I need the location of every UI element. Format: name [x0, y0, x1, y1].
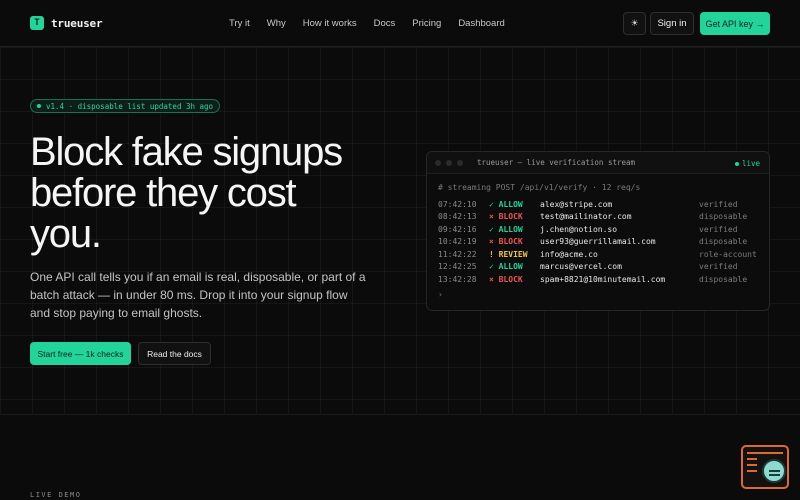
log-row: 12:42:25 ✓ ALLOW marcus@vercel.com verified: [438, 261, 758, 274]
get-api-key-button[interactable]: Get API key →: [700, 12, 770, 35]
log-email: alex@stripe.com: [540, 199, 613, 209]
window-dots-icon: [435, 159, 463, 166]
live-dot-icon: [734, 161, 739, 166]
status-dot-icon: [37, 104, 41, 108]
log-time: 13:42:28: [438, 274, 477, 284]
nav-link-try-it[interactable]: Try it: [229, 18, 250, 29]
brand-name: trueuser: [51, 16, 103, 30]
nav-links: Try it Why How it works Docs Pricing Das…: [229, 18, 505, 29]
log-status: ✓ ALLOW: [489, 199, 523, 209]
log-row: 07:42:10 ✓ ALLOW alex@stripe.com verified: [438, 198, 758, 211]
log-time: 10:42:19: [438, 237, 477, 247]
top-nav: T trueuser Try it Why How it works Docs …: [0, 0, 800, 47]
log-status: × BLOCK: [489, 274, 523, 284]
log-row: 08:42:13 × BLOCK test@mailinator.com dispos…: [438, 211, 758, 224]
hero-title-line: you.: [30, 212, 102, 256]
start-free-button[interactable]: Start free — 1k checks: [30, 342, 131, 365]
log-status: × BLOCK: [489, 237, 523, 247]
terminal-command: # streaming POST /api/v1/verify · 12 req…: [438, 183, 641, 192]
log-time: 08:42:13: [438, 212, 477, 222]
nav-link-pricing[interactable]: Pricing: [412, 18, 441, 29]
log-row: 11:42:22 ! REVIEW info@acme.co role-account: [438, 248, 758, 261]
version-badge: v1.4 · disposable list updated 3h ago: [30, 99, 221, 113]
log-tag: verified: [699, 262, 738, 272]
hero-subtitle: One API call tells you if an email is re…: [30, 270, 366, 320]
nav-link-dashboard[interactable]: Dashboard: [458, 18, 504, 29]
log-time: 07:42:10: [438, 199, 477, 209]
log-tag: verified: [699, 224, 738, 234]
log-status: ✓ ALLOW: [489, 262, 523, 272]
log-row: 10:42:19 × BLOCK user93@guerrillamail.com d…: [438, 236, 758, 249]
live-indicator: live: [734, 159, 760, 168]
version-badge-text: v1.4 · disposable list updated 3h ago: [46, 101, 214, 111]
log-tag: disposable: [699, 212, 748, 222]
hero-title: Block fake signups before they cost you.: [30, 132, 410, 255]
terminal-body: # streaming POST /api/v1/verify · 12 req…: [427, 174, 769, 299]
sign-in-button[interactable]: Sign in: [650, 12, 694, 35]
log-email: marcus@vercel.com: [540, 262, 622, 272]
hero-title-line: Block fake signups: [30, 130, 343, 174]
terminal-title: trueuser — live verification stream: [477, 158, 636, 167]
log-tag: disposable: [699, 237, 748, 247]
log-status: × BLOCK: [489, 212, 523, 222]
terminal-prompt: ›: [438, 289, 443, 299]
hero-title-line: before they cost: [30, 171, 297, 215]
log-row: 13:42:28 × BLOCK spam+8821@10minutemail.co…: [438, 273, 758, 286]
section-label: LIVE DEMO: [30, 491, 82, 499]
log-tag: disposable: [699, 274, 748, 284]
nav-link-docs[interactable]: Docs: [374, 18, 396, 29]
log-status: ✓ ALLOW: [489, 224, 523, 234]
log-email: test@mailinator.com: [540, 212, 632, 222]
log-row: 09:42:16 ✓ ALLOW j.chen@notion.so verified: [438, 223, 758, 236]
brand-logo[interactable]: T trueuser: [30, 16, 103, 30]
log-email: info@acme.co: [540, 249, 598, 259]
section-divider: [0, 414, 800, 415]
theme-toggle-button[interactable]: ☀: [623, 12, 646, 35]
log-email: j.chen@notion.so: [540, 224, 618, 234]
read-docs-button[interactable]: Read the docs: [138, 342, 211, 365]
logo-mark-icon: T: [30, 16, 44, 30]
feedback-widget-icon[interactable]: [741, 445, 789, 489]
live-label: live: [741, 159, 760, 168]
nav-link-how-it-works[interactable]: How it works: [303, 18, 357, 29]
sun-icon: ☀: [630, 18, 639, 28]
terminal-title-bar: trueuser — live verification stream live: [427, 152, 769, 174]
log-time: 12:42:25: [438, 262, 477, 272]
nav-link-why[interactable]: Why: [267, 18, 286, 29]
log-tag: verified: [699, 199, 738, 209]
log-tag: role-account: [699, 249, 757, 259]
log-rows: 07:42:10 ✓ ALLOW alex@stripe.com verified 08…: [438, 198, 758, 286]
log-status: ! REVIEW: [489, 249, 528, 259]
verification-terminal: trueuser — live verification stream live…: [426, 151, 770, 311]
log-email: user93@guerrillamail.com: [540, 237, 656, 247]
log-time: 11:42:22: [438, 249, 477, 259]
log-email: spam+8821@10minutemail.com: [540, 274, 666, 284]
log-time: 09:42:16: [438, 224, 477, 234]
